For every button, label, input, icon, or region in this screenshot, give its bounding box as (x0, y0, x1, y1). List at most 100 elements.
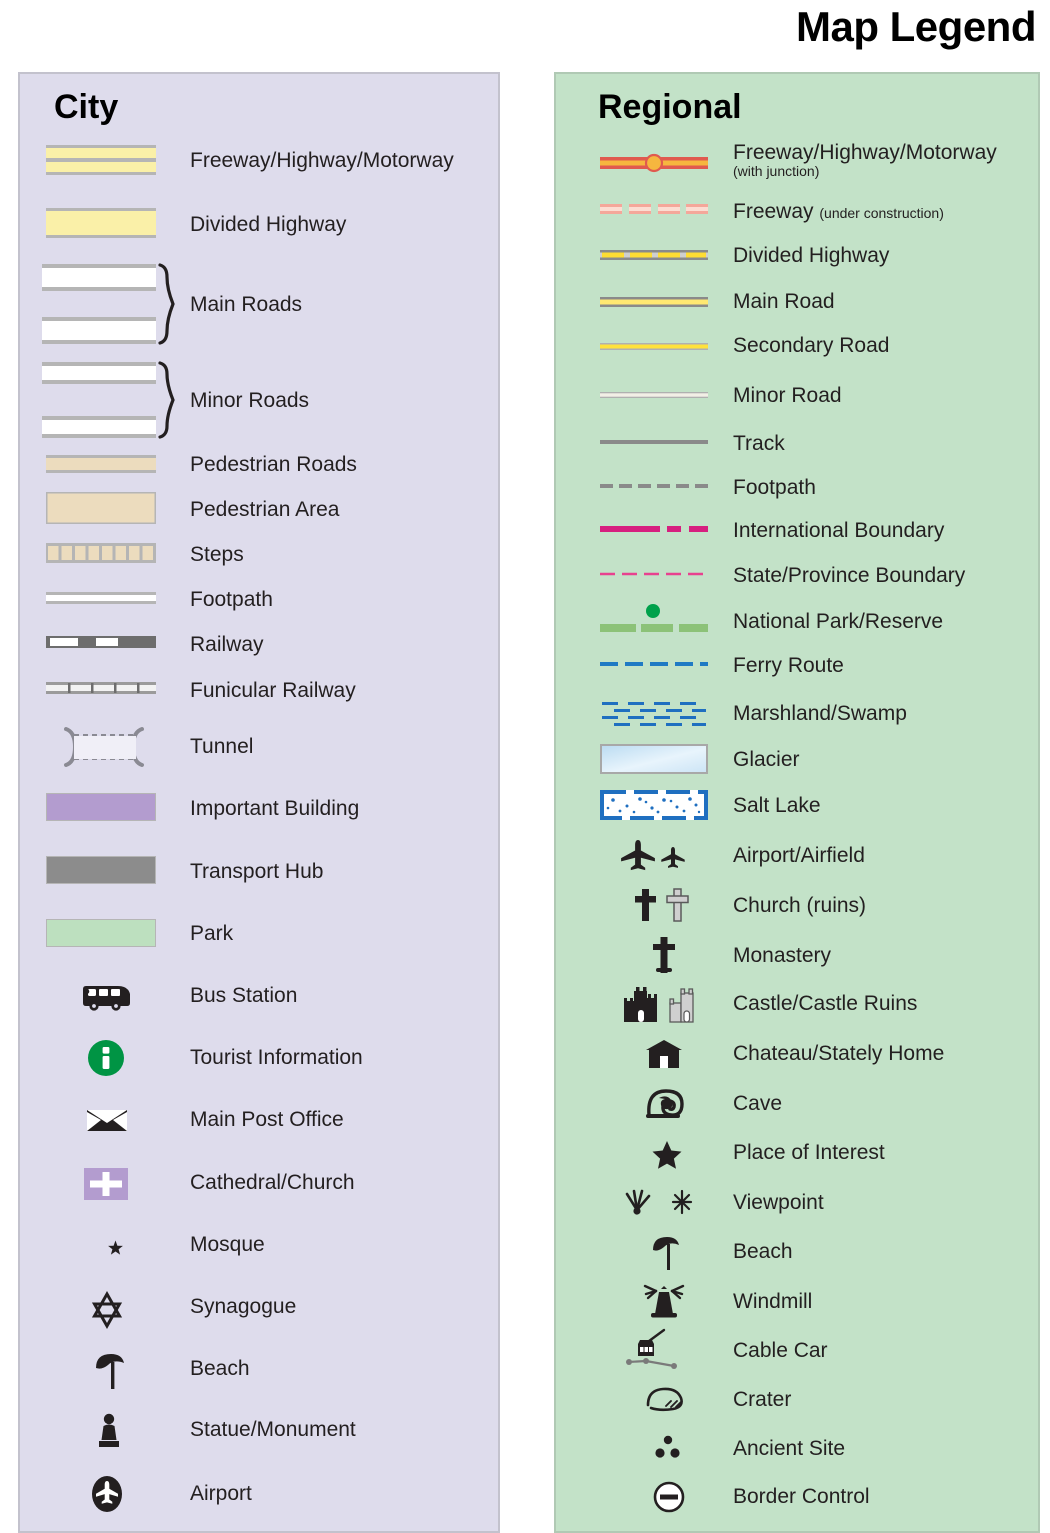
regional-item-label: International Boundary (733, 519, 945, 542)
label-sub: (under construction) (819, 205, 944, 221)
city-item-label: Main Roads (190, 293, 303, 316)
regional-item-label: Ferry Route (733, 654, 844, 677)
city-panel-heading: City (54, 88, 119, 126)
beach-umbrella-icon (650, 1235, 684, 1271)
important-building-swatch-icon (46, 793, 156, 821)
regional-item-label: Divided Highway (733, 244, 890, 267)
city-item-label: Divided Highway (190, 213, 347, 236)
regional-item-label: Glacier (733, 748, 800, 771)
castle-icon (622, 985, 708, 1023)
city-item-label: Pedestrian Area (190, 498, 340, 521)
star-of-david-icon (88, 1290, 126, 1330)
label-sub: (with junction) (733, 163, 820, 180)
city-item-label: Airport (190, 1482, 252, 1505)
crater-icon (644, 1384, 688, 1412)
city-item-label: Mosque (190, 1233, 265, 1256)
national-park-line-icon (600, 600, 708, 632)
city-item-label: Steps (190, 543, 244, 566)
regional-item-label: Border Control (733, 1485, 870, 1508)
airplane-icon (616, 838, 696, 872)
state-boundary-line-icon (600, 570, 708, 578)
city-item-label: Cathedral/Church (190, 1171, 355, 1194)
border-control-icon (652, 1480, 686, 1514)
city-item-label: Tourist Information (190, 1046, 363, 1069)
regional-item-label: Airport/Airfield (733, 844, 865, 867)
star-icon (652, 1140, 682, 1170)
tunnel-symbol-icon (50, 725, 160, 769)
regional-item-label: State/Province Boundary (733, 564, 966, 587)
regional-item-label: Chateau/Stately Home (733, 1042, 945, 1065)
funicular-railway-line-icon (46, 682, 156, 694)
steps-bar-icon (46, 543, 156, 563)
city-item-label: Funicular Railway (190, 679, 356, 702)
minor-road-line-icon (600, 390, 708, 400)
pedestrian-road-bar-icon (46, 455, 156, 473)
freeway-junction-line-icon (600, 152, 708, 174)
ancient-site-icon (652, 1434, 686, 1462)
city-item-label: Beach (190, 1357, 250, 1380)
page-title: Map Legend (795, 3, 1037, 50)
regional-item-label: Monastery (733, 944, 832, 967)
information-icon (86, 1038, 126, 1078)
footpath-line-icon (46, 592, 156, 604)
park-swatch-icon (46, 919, 156, 947)
city-item-label: Park (190, 922, 234, 945)
footpath-dashed-line-icon (600, 482, 708, 490)
city-item-label: Freeway/Highway/Motorway (190, 149, 454, 172)
salt-lake-pattern-icon (600, 790, 708, 820)
regional-item-label: Footpath (733, 476, 816, 499)
regional-item-label: National Park/Reserve (733, 610, 944, 633)
freeway-bar-double-icon (46, 145, 156, 175)
regional-item-label: Windmill (733, 1290, 813, 1313)
chateau-icon (644, 1039, 684, 1069)
railway-line-icon (46, 636, 156, 648)
divided-highway-bar-icon (46, 208, 156, 238)
international-boundary-line-icon (600, 524, 708, 534)
city-item-label: Pedestrian Roads (190, 453, 357, 476)
regional-item-label: Secondary Road (733, 334, 890, 357)
regional-item-label: Cave (733, 1092, 783, 1115)
beach-umbrella-icon (92, 1352, 126, 1390)
statue-icon (96, 1412, 122, 1450)
city-item-label: Synagogue (190, 1295, 297, 1318)
regional-panel-heading: Regional (598, 88, 742, 126)
glacier-swatch-icon (600, 744, 708, 774)
regional-item-label: Marshland/Swamp (733, 702, 907, 725)
regional-item-label: Ancient Site (733, 1437, 846, 1460)
church-cross-icon (84, 1168, 128, 1200)
regional-item-label: Castle/Castle Ruins (733, 992, 918, 1015)
regional-item-label: Place of Interest (733, 1141, 885, 1164)
regional-item-label: Freeway/Highway/Motorway (with junction) (733, 141, 997, 180)
freeway-construction-line-icon (600, 200, 708, 218)
airport-icon (88, 1473, 126, 1515)
envelope-icon (86, 1106, 128, 1134)
regional-item-label: Cable Car (733, 1339, 828, 1362)
pedestrian-area-bar-icon (46, 492, 156, 524)
windmill-icon (640, 1282, 688, 1320)
main-road-line-icon (600, 295, 708, 309)
city-item-label: Statue/Monument (190, 1418, 356, 1441)
cave-icon (644, 1088, 686, 1120)
secondary-road-line-icon (600, 340, 708, 352)
regional-item-label: Church (ruins) (733, 894, 867, 917)
city-item-label: Main Post Office (190, 1108, 344, 1131)
track-line-icon (600, 438, 708, 446)
city-item-label: Transport Hub (190, 860, 324, 883)
bus-icon (82, 980, 132, 1012)
city-item-label: Railway (190, 633, 264, 656)
city-item-label: Minor Roads (190, 389, 310, 412)
ferry-route-line-icon (600, 660, 708, 668)
divided-highway-line-icon (600, 248, 708, 262)
minor-roads-brace-icon (42, 361, 175, 439)
monastery-cross-icon (646, 936, 682, 974)
regional-item-label: Crater (733, 1388, 792, 1411)
city-item-label: Tunnel (190, 735, 254, 758)
cable-car-icon (626, 1328, 692, 1370)
marshland-pattern-icon (600, 700, 708, 728)
regional-item-label: Viewpoint (733, 1191, 824, 1214)
label-main: Freeway (733, 200, 814, 223)
city-item-label: Footpath (190, 588, 273, 611)
city-item-label: Important Building (190, 797, 360, 820)
crescent-star-icon (88, 1230, 126, 1264)
regional-item-label: Beach (733, 1240, 793, 1263)
